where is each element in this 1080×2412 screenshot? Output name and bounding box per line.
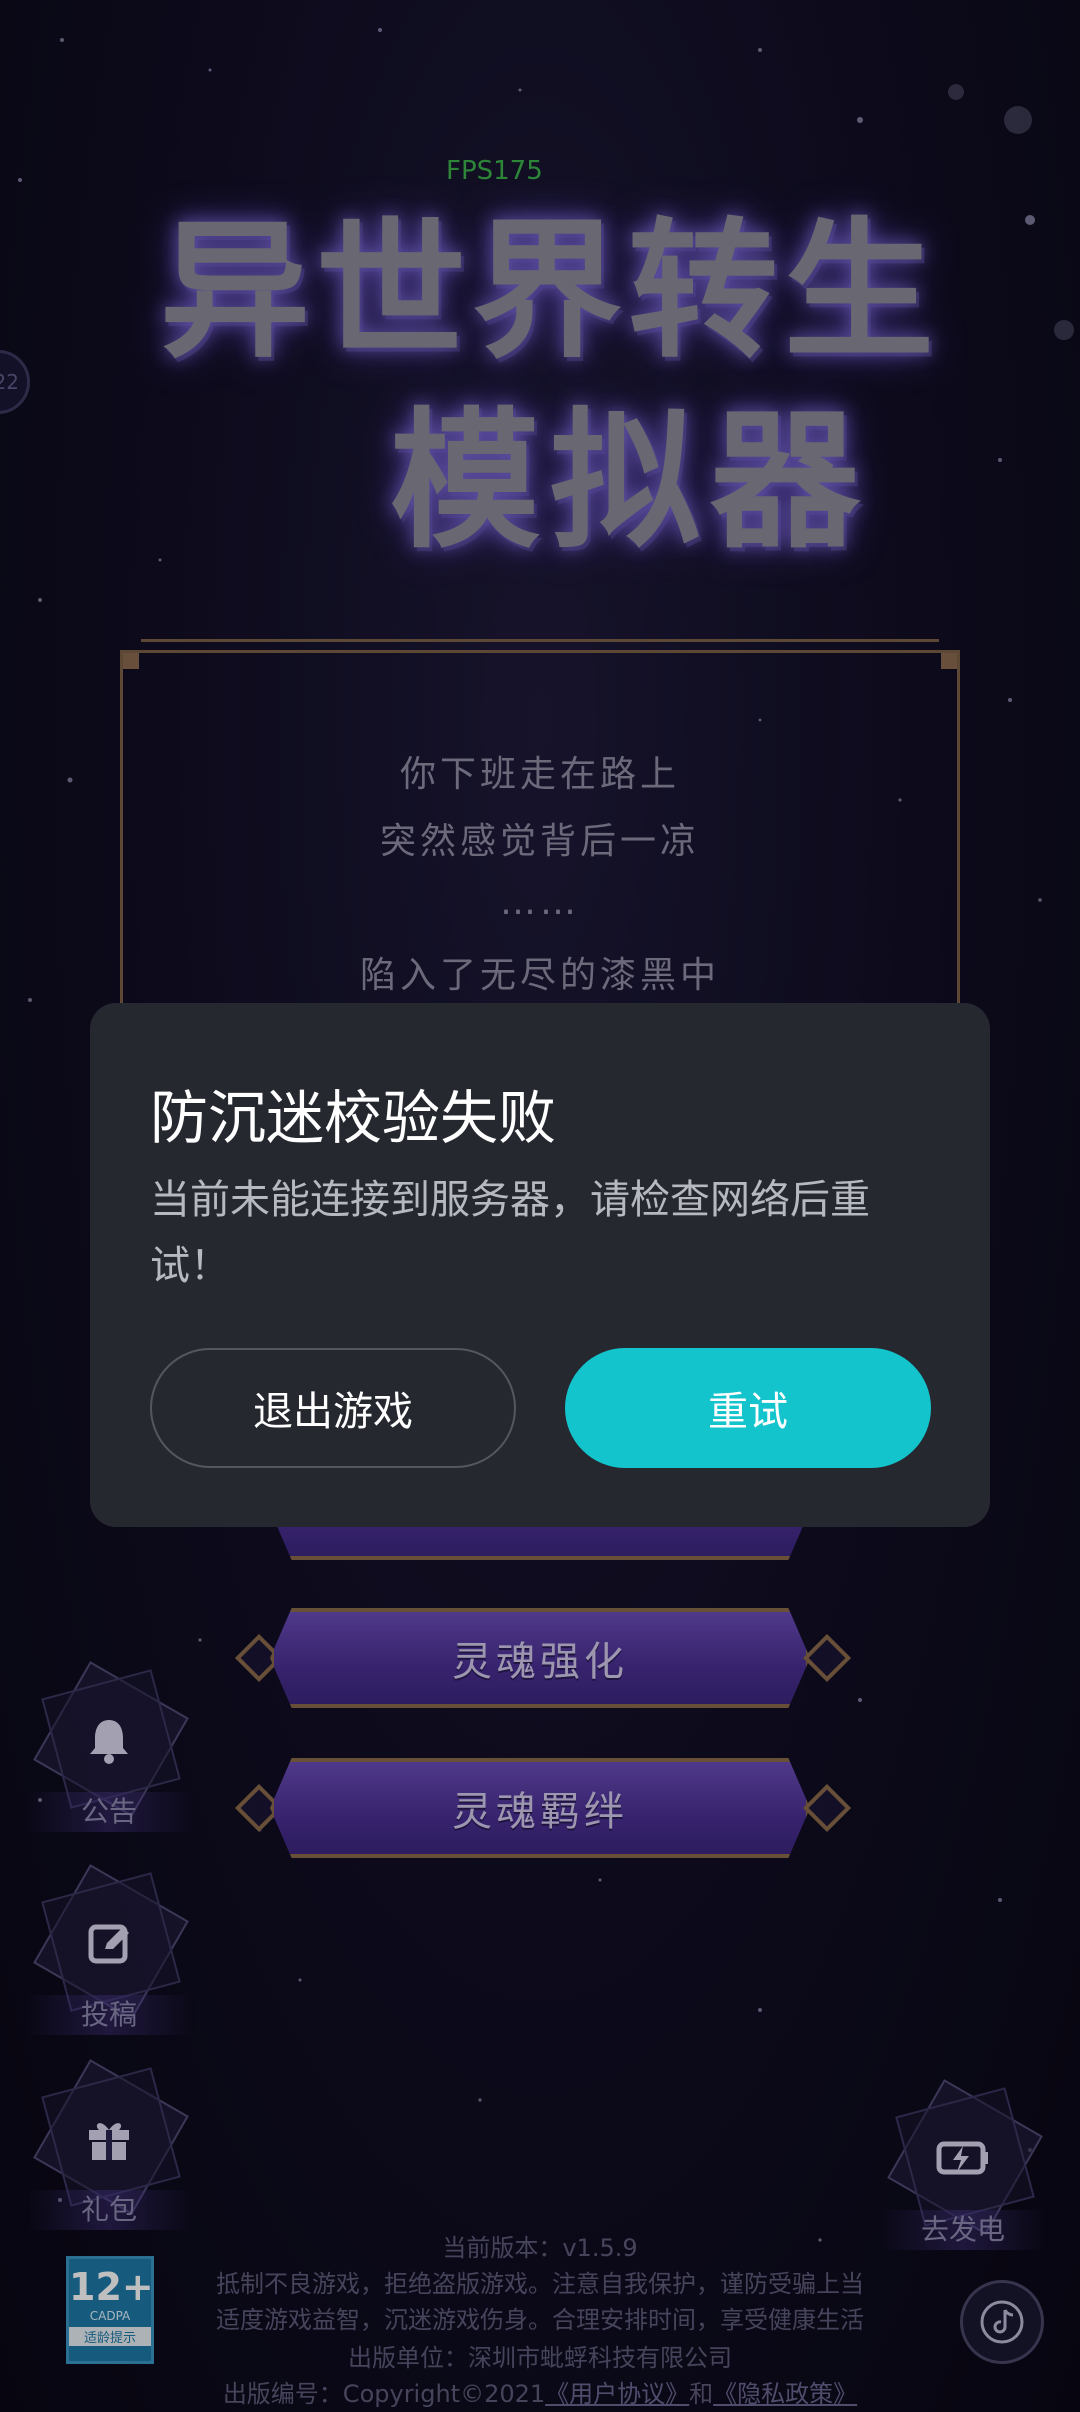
anti-addiction-dialog: 防沉迷校验失败 当前未能连接到服务器，请检查网络后重试！ 退出游戏 重试 (90, 1003, 990, 1527)
dialog-message: 当前未能连接到服务器，请检查网络后重试！ (150, 1177, 870, 1289)
exit-game-button[interactable]: 退出游戏 (150, 1348, 516, 1468)
retry-button[interactable]: 重试 (565, 1348, 931, 1468)
dialog-title: 防沉迷校验失败 (150, 1084, 557, 1152)
